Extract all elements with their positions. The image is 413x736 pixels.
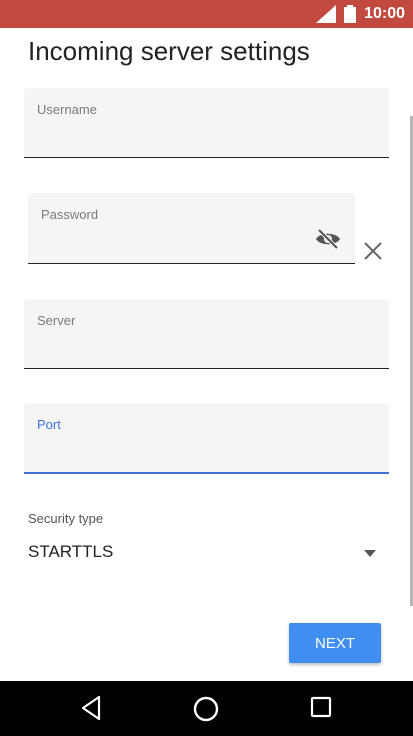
- server-input[interactable]: [36, 344, 328, 362]
- page-title: Incoming server settings: [28, 36, 310, 66]
- security-type-label: Security type: [28, 511, 104, 526]
- port-field[interactable]: Port: [24, 403, 389, 474]
- port-input[interactable]: [36, 448, 328, 466]
- password-label: Password: [41, 207, 99, 222]
- dropdown-icon: [364, 544, 376, 562]
- next-button[interactable]: NEXT: [289, 623, 381, 663]
- close-icon[interactable]: [362, 240, 384, 267]
- username-label: Username: [37, 102, 97, 117]
- server-label: Server: [37, 313, 76, 328]
- security-type-value: STARTTLS: [28, 542, 114, 561]
- recents-icon[interactable]: [309, 695, 333, 724]
- port-label: Port: [37, 417, 61, 432]
- signal-icon: [316, 5, 337, 23]
- password-input[interactable]: [40, 239, 302, 257]
- server-field[interactable]: Server: [24, 299, 389, 369]
- back-icon[interactable]: [80, 695, 102, 726]
- battery-icon: [344, 5, 357, 23]
- navigation-bar: [0, 681, 413, 736]
- security-type-select[interactable]: STARTTLS: [28, 534, 380, 572]
- status-clock: 10:00: [364, 5, 405, 22]
- eye-off-icon[interactable]: [315, 228, 341, 254]
- status-bar: 10:00: [0, 0, 413, 28]
- username-input[interactable]: [36, 133, 328, 151]
- home-icon[interactable]: [192, 695, 220, 728]
- settings-form: Incoming server settings Username Passwo…: [0, 28, 413, 681]
- username-field[interactable]: Username: [24, 88, 389, 158]
- password-field[interactable]: Password: [28, 193, 355, 264]
